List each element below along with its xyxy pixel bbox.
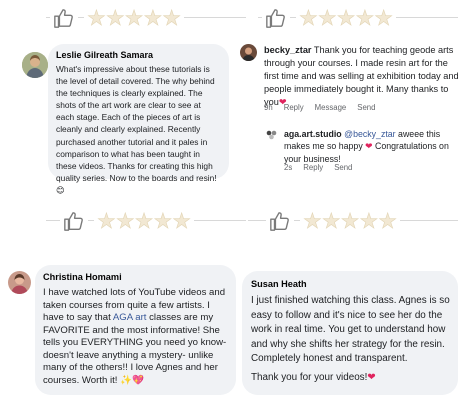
comment-bubble: Susan Heath I just finished watching thi…	[242, 271, 458, 395]
send-button[interactable]: Send	[357, 103, 375, 112]
star-rating: ★★★★★	[296, 5, 397, 30]
comment-timestamp: 9h	[264, 103, 273, 112]
sparkle-heart-emoji-icon: ✨💖	[120, 374, 145, 386]
comment-author[interactable]: Leslie Gilreath Samara	[56, 50, 221, 60]
reply-author[interactable]: aga.art.studio	[284, 129, 342, 139]
avatar[interactable]	[265, 128, 278, 141]
star-rating: ★★★★★	[300, 208, 401, 233]
reply-timestamp: 2s	[284, 163, 293, 172]
avatar[interactable]	[22, 52, 48, 78]
comment-bubble: Leslie Gilreath Samara What's impressive…	[48, 44, 229, 195]
comment-text: I just finished watching this class. Agn…	[251, 295, 450, 365]
rating-row: ★★★★★	[46, 203, 246, 239]
aga-art-link[interactable]: AGA art	[113, 312, 147, 323]
reply-text: aga.art.studio @becky_ztar aweee this ma…	[284, 128, 459, 165]
star-rating: ★★★★★	[84, 5, 185, 30]
thumbs-up-icon	[266, 207, 294, 235]
star-rating-value: ★★★★★	[87, 5, 182, 30]
star-rating-value: ★★★★★	[97, 208, 192, 233]
thumbs-up-icon	[50, 4, 78, 32]
comment-thanks: Thank you for your videos!❤	[251, 371, 450, 386]
heart-emoji-icon: ❤	[365, 142, 373, 152]
smile-emoji-icon: 😊	[56, 184, 65, 195]
comment-author[interactable]: becky_ztar	[264, 45, 312, 55]
rating-row: ★★★★★	[248, 203, 458, 239]
comment-thanks-text: Thank you for your videos!	[251, 371, 368, 383]
send-button[interactable]: Send	[334, 163, 352, 172]
reply-button[interactable]: Reply	[303, 163, 323, 172]
thumbs-up-icon	[262, 4, 290, 32]
rating-row: ★★★★★	[46, 0, 246, 36]
rating-row: ★★★★★	[258, 0, 458, 36]
comment-text: What's impressive about these tutorials …	[56, 63, 221, 196]
comment-body: What's impressive about these tutorials …	[56, 64, 217, 183]
comment-author[interactable]: Susan Heath	[251, 279, 450, 289]
comment-bubble: Christina Homami I have watched lots of …	[35, 265, 236, 395]
reply-actions: 2s Reply Send	[284, 163, 352, 172]
star-rating-value: ★★★★★	[303, 208, 398, 233]
star-rating: ★★★★★	[94, 208, 195, 233]
avatar[interactable]	[240, 44, 257, 61]
avatar[interactable]	[8, 271, 31, 294]
message-button[interactable]: Message	[315, 103, 347, 112]
thumbs-up-icon	[60, 207, 88, 235]
heart-emoji-icon: ❤	[367, 371, 376, 383]
reply-button[interactable]: Reply	[284, 103, 304, 112]
comment-actions: 9h Reply Message Send	[264, 103, 375, 112]
comment-author[interactable]: Christina Homami	[43, 272, 228, 282]
comment-text: I have watched lots of YouTube videos an…	[43, 287, 228, 387]
mention-link[interactable]: @becky_ztar	[344, 129, 395, 139]
comment-text: becky_ztar Thank you for teaching geode …	[264, 44, 464, 109]
star-rating-value: ★★★★★	[299, 5, 394, 30]
